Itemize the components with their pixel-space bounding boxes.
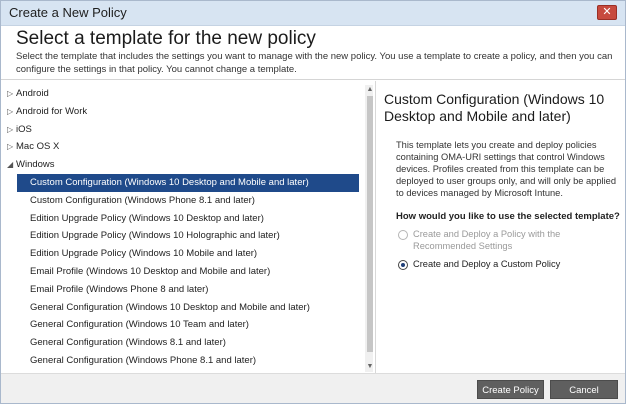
tree-node-label: Android — [16, 88, 49, 99]
expand-arrow-icon[interactable]: ▷ — [7, 85, 15, 103]
header-description: Select the template that includes the se… — [16, 51, 613, 75]
radio-recommended-settings[interactable]: Create and Deploy a Policy with the Reco… — [398, 229, 620, 252]
tree-node-android-for-work[interactable]: ▷ Android for Work — [5, 103, 361, 121]
window-title: Create a New Policy — [9, 5, 127, 20]
tree-node-label: iOS — [16, 123, 32, 135]
template-details-title: Custom Configuration (Windows 10 Desktop… — [384, 91, 605, 124]
template-label: Edition Upgrade Policy (Windows 10 Mobil… — [30, 248, 258, 260]
tree-node-label: Android for Work — [16, 105, 88, 117]
page-title: Select a template for the new policy — [16, 28, 316, 49]
template-item[interactable]: General Configuration (Windows 8.1 and l… — [5, 334, 361, 352]
template-label: General Configuration (Windows 8.1 and l… — [30, 337, 226, 349]
template-details-pane: Custom Configuration (Windows 10 Desktop… — [384, 91, 620, 273]
radio-label: Create and Deploy a Custom Policy — [413, 259, 561, 269]
template-label: General Configuration (Windows Phone 8.1… — [30, 354, 257, 366]
pane-divider — [375, 81, 376, 373]
tree-node-label: Windows — [16, 159, 55, 171]
close-icon: ✕ — [602, 6, 612, 18]
template-item[interactable]: General Configuration (Windows 10 Deskto… — [5, 299, 361, 317]
radio-button[interactable] — [398, 230, 408, 240]
create-policy-dialog: Create a New Policy ✕ Select a template … — [0, 0, 626, 404]
template-item[interactable]: Email Profile (Windows 10 Desktop and Mo… — [5, 263, 361, 281]
template-item[interactable]: Custom Configuration (Windows Phone 8.1 … — [5, 192, 361, 210]
template-label: General Configuration (Windows 10 Team a… — [30, 319, 249, 331]
radio-button-checked[interactable] — [398, 260, 408, 270]
tree-node-mac-os-x[interactable]: ▷ Mac OS X — [5, 138, 361, 156]
template-item[interactable]: Email Profile (Windows Phone 8 and later… — [5, 281, 361, 299]
tree-node-android[interactable]: ▷ Android — [5, 85, 361, 103]
expand-arrow-icon[interactable]: ▷ — [7, 138, 15, 156]
collapse-arrow-icon[interactable]: ◢ — [7, 156, 15, 174]
scroll-up-icon[interactable]: ▲ — [365, 85, 373, 95]
dialog-footer: Create Policy Cancel — [1, 373, 625, 403]
cancel-button[interactable]: Cancel — [550, 380, 618, 399]
tree-node-windows[interactable]: ◢ Windows — [5, 156, 361, 174]
close-button[interactable]: ✕ — [597, 5, 617, 20]
tree-node-label: Mac OS X — [16, 141, 60, 153]
usage-question: How would you like to use the selected t… — [396, 211, 620, 222]
header-divider — [1, 79, 625, 80]
template-details-description: This template lets you create and deploy… — [396, 140, 616, 198]
dialog-header: Select a template for the new policy Sel… — [1, 27, 625, 79]
template-item[interactable]: Edition Upgrade Policy (Windows 10 Deskt… — [5, 210, 361, 228]
template-label: Email Profile (Windows 10 Desktop and Mo… — [30, 265, 271, 277]
template-label: General Configuration (Windows 10 Deskto… — [30, 301, 310, 313]
expand-arrow-icon[interactable]: ▷ — [7, 121, 15, 139]
template-item[interactable]: General Configuration (Windows Phone 8.1… — [5, 352, 361, 370]
template-item[interactable]: General Configuration (Windows 10 Team a… — [5, 316, 361, 334]
template-tree: ▷ Android ▷ Android for Work ▷ iOS ▷ Mac… — [5, 85, 361, 370]
template-item[interactable]: Edition Upgrade Policy (Windows 10 Mobil… — [5, 245, 361, 263]
template-item-selected[interactable]: Custom Configuration (Windows 10 Desktop… — [17, 173, 359, 192]
template-label: Custom Configuration (Windows Phone 8.1 … — [30, 194, 255, 206]
template-tree-pane: ▷ Android ▷ Android for Work ▷ iOS ▷ Mac… — [5, 85, 373, 372]
tree-node-ios[interactable]: ▷ iOS — [5, 121, 361, 139]
template-label: Edition Upgrade Policy (Windows 10 Holog… — [30, 230, 280, 242]
create-policy-button[interactable]: Create Policy — [477, 380, 544, 399]
template-label: Edition Upgrade Policy (Windows 10 Deskt… — [30, 212, 264, 224]
radio-label: Create and Deploy a Policy with the Reco… — [413, 229, 561, 251]
expand-arrow-icon[interactable]: ▷ — [7, 103, 15, 121]
radio-custom-policy[interactable]: Create and Deploy a Custom Policy — [398, 259, 620, 273]
tree-scrollbar[interactable]: ▲ ▼ — [365, 85, 373, 372]
template-label: Custom Configuration (Windows 10 Desktop… — [30, 176, 309, 188]
scroll-down-icon[interactable]: ▼ — [365, 362, 373, 372]
title-bar: Create a New Policy ✕ — [1, 1, 625, 26]
scroll-thumb[interactable] — [367, 96, 373, 352]
template-label: Email Profile (Windows Phone 8 and later… — [30, 283, 209, 295]
template-item[interactable]: Edition Upgrade Policy (Windows 10 Holog… — [5, 227, 361, 245]
